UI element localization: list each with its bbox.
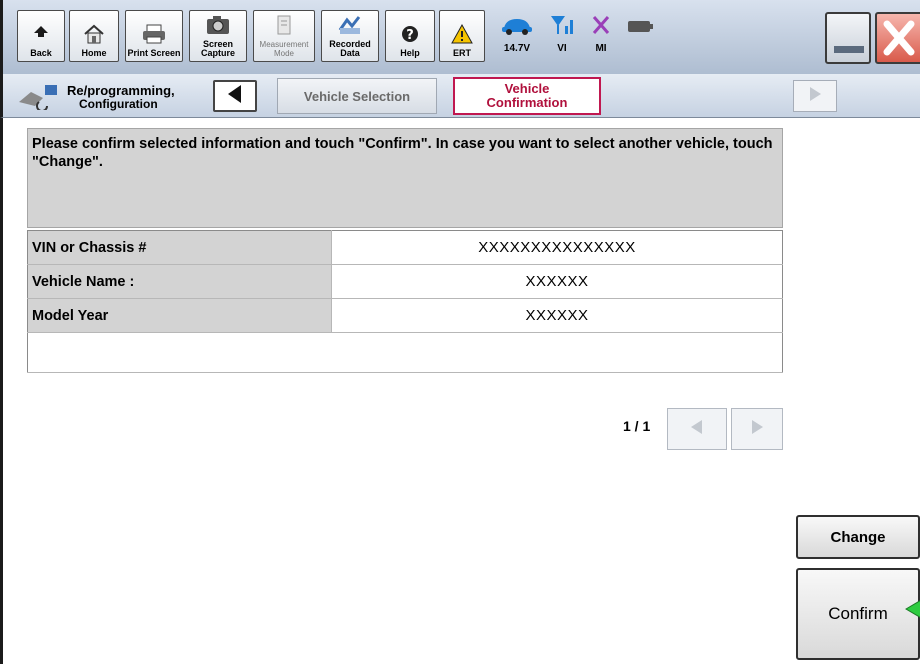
screen-capture-button[interactable]: Screen Capture [189, 10, 247, 62]
vehicle-info-table: VIN or Chassis # XXXXXXXXXXXXXXX Vehicle… [27, 230, 783, 373]
vin-value: XXXXXXXXXXXXXXX [331, 230, 783, 265]
ert-button[interactable]: ERT [439, 10, 485, 62]
top-toolbar: Back Home Print Screen Screen Capture Me… [0, 0, 920, 74]
breadcrumb-title: Re/programming, [67, 83, 175, 98]
vi-status: VI [547, 14, 577, 54]
change-label: Change [830, 528, 886, 546]
right-triangle-icon [807, 85, 823, 108]
back-button[interactable]: Back [17, 10, 65, 62]
previous-step-button[interactable] [213, 80, 257, 112]
left-triangle-icon [225, 83, 245, 110]
camera-icon [203, 12, 233, 38]
help-button[interactable]: ? Help [385, 10, 435, 62]
minimize-button[interactable] [825, 12, 871, 64]
table-row: Model Year XXXXXX [27, 298, 783, 333]
empty-row [27, 332, 783, 373]
next-step-button[interactable] [793, 80, 837, 112]
empty-cell [27, 332, 783, 373]
recorded-data-label: Recorded Data [329, 39, 371, 58]
table-row: Vehicle Name : XXXXXX [27, 264, 783, 299]
measurement-icon [269, 12, 299, 38]
page-prev-button[interactable] [667, 408, 727, 450]
confirm-label: Confirm [828, 604, 888, 623]
tab-current-line1: Vehicle [504, 81, 550, 96]
print-screen-label: Print Screen [127, 48, 181, 58]
instruction-message: Please confirm selected information and … [27, 128, 783, 228]
change-button[interactable]: Change [796, 515, 920, 559]
vin-label: VIN or Chassis # [27, 230, 332, 265]
screen-capture-label: Screen Capture [200, 39, 235, 58]
vi-label: VI [557, 43, 567, 54]
measurement-mode-label: Measurement Mode [259, 40, 309, 58]
mi-label: MI [595, 43, 607, 54]
confirm-button[interactable]: Confirm [796, 568, 920, 660]
back-label: Back [30, 48, 52, 58]
ert-label: ERT [453, 48, 471, 58]
printer-icon [139, 21, 169, 47]
page-left-icon [689, 418, 705, 441]
help-label: Help [400, 48, 420, 58]
vehicle-name-value: XXXXXX [331, 264, 783, 299]
page-indicator: 1 / 1 [623, 418, 651, 434]
help-icon: ? [395, 21, 425, 47]
connection-status [623, 18, 657, 39]
close-button[interactable] [875, 12, 920, 64]
home-button[interactable]: Home [69, 10, 119, 62]
x-mark-icon [591, 14, 611, 41]
breadcrumb-subtitle: Configuration [79, 97, 158, 111]
tab-vehicle-selection-label: Vehicle Selection [303, 88, 411, 104]
page-right-icon [749, 418, 765, 441]
home-icon [79, 21, 109, 47]
pointer-arrow-icon [905, 598, 920, 620]
recorded-data-button[interactable]: Recorded Data [321, 10, 379, 62]
battery-voltage-status: 14.7V [495, 14, 539, 54]
reprogramming-icon [17, 84, 63, 115]
measurement-mode-button[interactable]: Measurement Mode [253, 10, 315, 62]
tab-current-line2: Confirmation [486, 95, 568, 110]
tab-vehicle-selection[interactable]: Vehicle Selection [277, 78, 437, 114]
breadcrumb[interactable]: Re/programming, Configuration [17, 82, 207, 112]
home-label: Home [81, 48, 107, 58]
tab-vehicle-confirmation[interactable]: Vehicle Confirmation [453, 77, 601, 115]
model-year-label: Model Year [27, 298, 332, 333]
vehicle-name-label: Vehicle Name : [27, 264, 332, 299]
car-battery-icon [500, 14, 534, 41]
signal-icon [550, 14, 574, 41]
mi-status: MI [587, 14, 615, 54]
voltage-label: 14.7V [503, 43, 531, 54]
battery-icon [627, 18, 653, 39]
navigation-bar: Re/programming, Configuration Vehicle Se… [0, 74, 920, 118]
close-icon [877, 20, 920, 66]
table-row: VIN or Chassis # XXXXXXXXXXXXXXX [27, 230, 783, 265]
minimize-icon [834, 46, 864, 53]
model-year-value: XXXXXX [331, 298, 783, 333]
back-arrow-icon [26, 21, 56, 47]
main-content: Please confirm selected information and … [0, 118, 920, 664]
print-screen-button[interactable]: Print Screen [125, 10, 183, 62]
recorded-data-icon [335, 12, 365, 38]
page-next-button[interactable] [731, 408, 783, 450]
svg-text:?: ? [406, 28, 414, 43]
warning-icon [447, 21, 477, 47]
